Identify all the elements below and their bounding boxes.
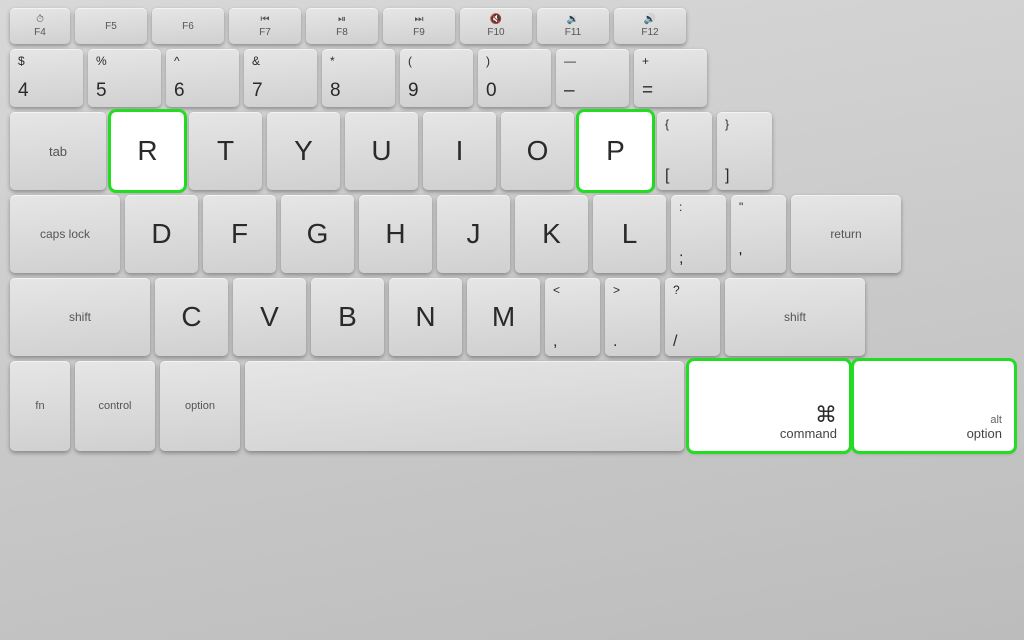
key-f8[interactable]: ⏯ F8	[306, 8, 378, 44]
vol-up-icon: 🔊	[644, 14, 656, 25]
vol-down-icon: 🔉	[567, 14, 579, 25]
key-f4[interactable]: ⏱ F4	[10, 8, 70, 44]
key-shift-left[interactable]: shift	[10, 278, 150, 356]
option-label: option	[967, 426, 1002, 443]
key-8[interactable]: * 8	[322, 49, 395, 107]
keyboard: ⏱ F4 F5 F6 ⏮ F7 ⏯ F8 ⏭ F9	[0, 0, 1024, 640]
key-U[interactable]: U	[345, 112, 418, 190]
key-fn[interactable]: fn	[10, 361, 70, 451]
key-caps-lock[interactable]: caps lock	[10, 195, 120, 273]
option-alt-label: alt	[990, 415, 1002, 426]
key-F[interactable]: F	[203, 195, 276, 273]
key-T[interactable]: T	[189, 112, 262, 190]
key-spacebar[interactable]	[245, 361, 684, 451]
fn-row: ⏱ F4 F5 F6 ⏮ F7 ⏯ F8 ⏭ F9	[10, 8, 1014, 44]
ff-icon: ⏭	[414, 14, 423, 25]
key-f9[interactable]: ⏭ F9	[383, 8, 455, 44]
key-B[interactable]: B	[311, 278, 384, 356]
key-semicolon[interactable]: : ;	[671, 195, 726, 273]
key-f7[interactable]: ⏮ F7	[229, 8, 301, 44]
key-0[interactable]: ) 0	[478, 49, 551, 107]
play-icon: ⏯	[338, 14, 346, 25]
key-f6[interactable]: F6	[152, 8, 224, 44]
key-period[interactable]: > .	[605, 278, 660, 356]
bottom-row: fn control option ⌘ command alt option	[10, 361, 1014, 451]
key-P[interactable]: P	[579, 112, 652, 190]
key-N[interactable]: N	[389, 278, 462, 356]
key-lbracket[interactable]: { [	[657, 112, 712, 190]
key-tab[interactable]: tab	[10, 112, 106, 190]
key-I[interactable]: I	[423, 112, 496, 190]
key-Y[interactable]: Y	[267, 112, 340, 190]
key-enter[interactable]: return	[791, 195, 901, 273]
command-symbol: ⌘	[815, 404, 837, 426]
key-alt-left[interactable]: option	[160, 361, 240, 451]
mute-icon: 🔇	[490, 14, 502, 25]
key-shift-right[interactable]: shift	[725, 278, 865, 356]
key-9[interactable]: ( 9	[400, 49, 473, 107]
key-comma[interactable]: < ,	[545, 278, 600, 356]
key-command[interactable]: ⌘ command	[689, 361, 849, 451]
key-quote[interactable]: " '	[731, 195, 786, 273]
key-J[interactable]: J	[437, 195, 510, 273]
key-rbracket[interactable]: } ]	[717, 112, 772, 190]
key-4[interactable]: $ 4	[10, 49, 83, 107]
key-f5[interactable]: F5	[75, 8, 147, 44]
asdf-row: caps lock D F G H J K L : ; " ' return	[10, 195, 1014, 273]
key-D[interactable]: D	[125, 195, 198, 273]
key-G[interactable]: G	[281, 195, 354, 273]
key-minus[interactable]: — –	[556, 49, 629, 107]
key-5[interactable]: % 5	[88, 49, 161, 107]
key-6[interactable]: ^ 6	[166, 49, 239, 107]
key-V[interactable]: V	[233, 278, 306, 356]
key-7[interactable]: & 7	[244, 49, 317, 107]
key-equals[interactable]: + =	[634, 49, 707, 107]
key-R[interactable]: R	[111, 112, 184, 190]
command-label: command	[780, 426, 837, 443]
key-f12[interactable]: 🔊 F12	[614, 8, 686, 44]
qwerty-row: tab R T Y U I O P { [ } ]	[10, 112, 1014, 190]
brightness-icon: ⏱	[36, 14, 44, 25]
key-option[interactable]: alt option	[854, 361, 1014, 451]
key-C[interactable]: C	[155, 278, 228, 356]
zxcv-row: shift C V B N M < , > . ? / shift	[10, 278, 1014, 356]
key-H[interactable]: H	[359, 195, 432, 273]
key-K[interactable]: K	[515, 195, 588, 273]
key-L[interactable]: L	[593, 195, 666, 273]
key-O[interactable]: O	[501, 112, 574, 190]
key-M[interactable]: M	[467, 278, 540, 356]
key-slash[interactable]: ? /	[665, 278, 720, 356]
rewind-icon: ⏮	[260, 14, 269, 25]
key-f11[interactable]: 🔉 F11	[537, 8, 609, 44]
number-row: $ 4 % 5 ^ 6 & 7 * 8	[10, 49, 1014, 107]
key-control[interactable]: control	[75, 361, 155, 451]
key-f10[interactable]: 🔇 F10	[460, 8, 532, 44]
